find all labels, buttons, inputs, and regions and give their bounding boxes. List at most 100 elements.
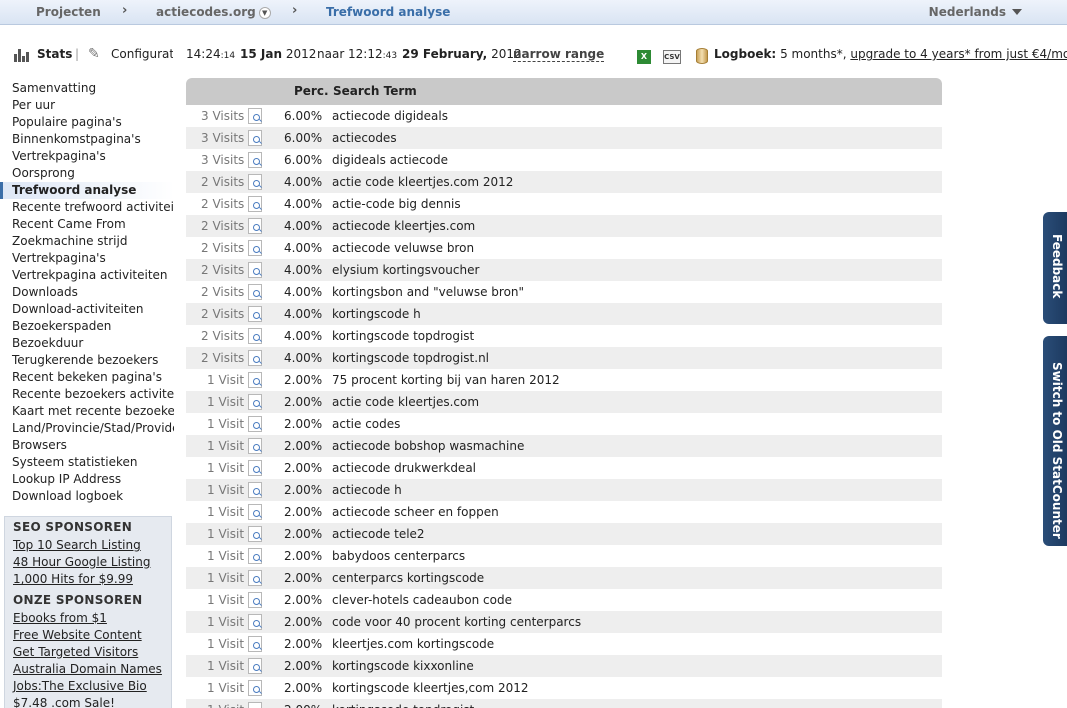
to-date-day[interactable]: 29 February, bbox=[402, 47, 487, 61]
from-date-day[interactable]: 15 Jan bbox=[240, 47, 282, 61]
sidebar-item[interactable]: Bezoekduur bbox=[0, 335, 174, 352]
magnifier-icon[interactable] bbox=[248, 240, 262, 256]
seo-sponsors-heading: SEO SPONSOREN bbox=[13, 520, 133, 534]
sponsor-link[interactable]: Ebooks from $1 bbox=[5, 610, 171, 627]
excel-icon[interactable]: X bbox=[637, 50, 651, 64]
magnifier-icon[interactable] bbox=[248, 636, 262, 652]
config-menu[interactable]: Configuratie bbox=[111, 47, 173, 61]
magnifier-icon[interactable] bbox=[248, 526, 262, 542]
magnifier-icon[interactable] bbox=[248, 460, 262, 476]
sidebar-item[interactable]: Oorsprong bbox=[0, 165, 174, 182]
magnifier-icon[interactable] bbox=[248, 658, 262, 674]
sponsor-link[interactable]: 48 Hour Google Listing bbox=[5, 554, 171, 571]
sponsor-link[interactable]: Get Targeted Visitors bbox=[5, 644, 171, 661]
sidebar-item[interactable]: Binnenkomstpagina's bbox=[0, 131, 174, 148]
upgrade-link[interactable]: upgrade to 4 years* from just €4/month bbox=[850, 47, 1067, 61]
magnifier-icon[interactable] bbox=[248, 570, 262, 586]
to-date[interactable]: 29 February, 2012 bbox=[402, 47, 522, 61]
chevron-right-icon: › bbox=[292, 3, 298, 18]
feedback-tab-label[interactable]: Feedback bbox=[1050, 234, 1064, 298]
sponsor-link[interactable]: Australia Domain Names bbox=[5, 661, 171, 678]
sponsor-link[interactable]: Free Website Content bbox=[5, 627, 171, 644]
narrow-range-link[interactable]: narrow range bbox=[513, 47, 605, 62]
magnifier-icon[interactable] bbox=[248, 152, 262, 168]
sidebar-item[interactable]: Samenvatting bbox=[0, 80, 174, 97]
sidebar-item[interactable]: Bezoekerspaden bbox=[0, 318, 174, 335]
language-select[interactable]: Nederlands bbox=[929, 5, 1006, 19]
search-term: actiecode veluwse bron bbox=[332, 241, 475, 255]
sponsor-link[interactable]: $7.48 .com Sale! bbox=[5, 695, 171, 708]
sidebar-item[interactable]: Lookup IP Address bbox=[0, 471, 174, 488]
magnifier-icon[interactable] bbox=[248, 174, 262, 190]
sponsor-link[interactable]: Jobs:The Exclusive Bio bbox=[5, 678, 171, 695]
magnifier-icon[interactable] bbox=[248, 592, 262, 608]
magnifier-icon[interactable] bbox=[248, 284, 262, 300]
sidebar-item[interactable]: Recent bekeken pagina's bbox=[0, 369, 174, 386]
sidebar-item[interactable]: Download-activiteiten bbox=[0, 301, 174, 318]
magnifier-icon[interactable] bbox=[248, 262, 262, 278]
sidebar-item[interactable]: Trefwoord analyse bbox=[0, 182, 174, 199]
breadcrumb-site[interactable]: actiecodes.org ▼ bbox=[156, 5, 271, 19]
from-seconds[interactable]: :14 bbox=[221, 51, 235, 61]
to-time[interactable]: 12:12 bbox=[348, 47, 383, 61]
table-row: 3 Visits 6.00% actiecode digideals bbox=[186, 105, 942, 127]
date-range-to[interactable]: 12:12:43 bbox=[348, 47, 397, 61]
from-date-year[interactable]: 2012 bbox=[286, 47, 317, 61]
from-time[interactable]: 14:24 bbox=[186, 47, 221, 61]
dropdown-circle-icon[interactable]: ▼ bbox=[258, 6, 271, 19]
sidebar-item[interactable]: Downloads bbox=[0, 284, 174, 301]
chevron-down-icon[interactable] bbox=[1012, 9, 1022, 15]
sidebar-item[interactable]: Per uur bbox=[0, 97, 174, 114]
sidebar-item[interactable]: Browsers bbox=[0, 437, 174, 454]
switch-tab-label[interactable]: Switch to Old StatCounter bbox=[1050, 362, 1064, 539]
magnifier-icon[interactable] bbox=[248, 438, 262, 454]
magnifier-icon[interactable] bbox=[248, 504, 262, 520]
magnifier-icon[interactable] bbox=[248, 614, 262, 630]
sidebar-item[interactable]: Recent Came From bbox=[0, 216, 174, 233]
sidebar-item[interactable]: Download logboek bbox=[0, 488, 174, 505]
switch-old-statcounter-tab[interactable]: Switch to Old StatCounter bbox=[1043, 336, 1067, 546]
magnifier-icon[interactable] bbox=[248, 372, 262, 388]
sidebar-item[interactable]: Systeem statistieken bbox=[0, 454, 174, 471]
magnifier-icon[interactable] bbox=[248, 130, 262, 146]
breadcrumb-projects[interactable]: Projecten bbox=[36, 5, 101, 19]
sidebar-item[interactable]: Recente trefwoord activiteit bbox=[0, 199, 174, 216]
magnifier-icon[interactable] bbox=[248, 416, 262, 432]
sidebar-item[interactable]: Vertrekpagina activiteiten bbox=[0, 267, 174, 284]
search-term: kleertjes.com kortingscode bbox=[332, 637, 495, 651]
sidebar-item[interactable]: Populaire pagina's bbox=[0, 114, 174, 131]
sidebar-item[interactable]: Vertrekpagina's bbox=[0, 148, 174, 165]
csv-icon[interactable]: CSV bbox=[663, 50, 681, 64]
magnifier-icon[interactable] bbox=[248, 680, 262, 696]
feedback-tab[interactable]: Feedback bbox=[1043, 212, 1067, 324]
sidebar-item[interactable]: Recente bezoekers activiteit bbox=[0, 386, 174, 403]
sidebar-item[interactable]: Terugkerende bezoekers bbox=[0, 352, 174, 369]
magnifier-icon[interactable] bbox=[248, 108, 262, 124]
sidebar-item[interactable]: Land/Provincie/Stad/Provider bbox=[0, 420, 174, 437]
sponsor-link[interactable]: 1,000 Hits for $9.99 bbox=[5, 571, 171, 588]
percentage: 2.00% bbox=[284, 681, 323, 695]
col-perc[interactable]: Perc. bbox=[294, 84, 329, 98]
magnifier-icon[interactable] bbox=[248, 482, 262, 498]
breadcrumb-site-label[interactable]: actiecodes.org bbox=[156, 5, 256, 19]
magnifier-icon[interactable] bbox=[248, 394, 262, 410]
to-seconds[interactable]: :43 bbox=[383, 51, 397, 61]
search-term: kortingscode h bbox=[332, 307, 421, 321]
sidebar-item[interactable]: Vertrekpagina's bbox=[0, 250, 174, 267]
magnifier-icon[interactable] bbox=[248, 306, 262, 322]
magnifier-icon[interactable] bbox=[248, 196, 262, 212]
magnifier-icon[interactable] bbox=[248, 548, 262, 564]
col-search-term[interactable]: Search Term bbox=[333, 84, 417, 98]
magnifier-icon[interactable] bbox=[248, 218, 262, 234]
magnifier-icon[interactable] bbox=[248, 350, 262, 366]
sponsor-link[interactable]: Top 10 Search Listing bbox=[5, 537, 171, 554]
magnifier-icon[interactable] bbox=[248, 702, 262, 708]
sidebar-item[interactable]: Zoekmachine strijd bbox=[0, 233, 174, 250]
stats-menu[interactable]: Stats bbox=[37, 47, 72, 61]
date-range-from[interactable]: 14:24:14 bbox=[186, 47, 235, 61]
divider: | bbox=[75, 47, 80, 61]
magnifier-icon[interactable] bbox=[248, 328, 262, 344]
search-term: actie codes bbox=[332, 417, 401, 431]
from-date[interactable]: 15 Jan 2012 bbox=[240, 47, 316, 61]
sidebar-item[interactable]: Kaart met recente bezoeken bbox=[0, 403, 174, 420]
